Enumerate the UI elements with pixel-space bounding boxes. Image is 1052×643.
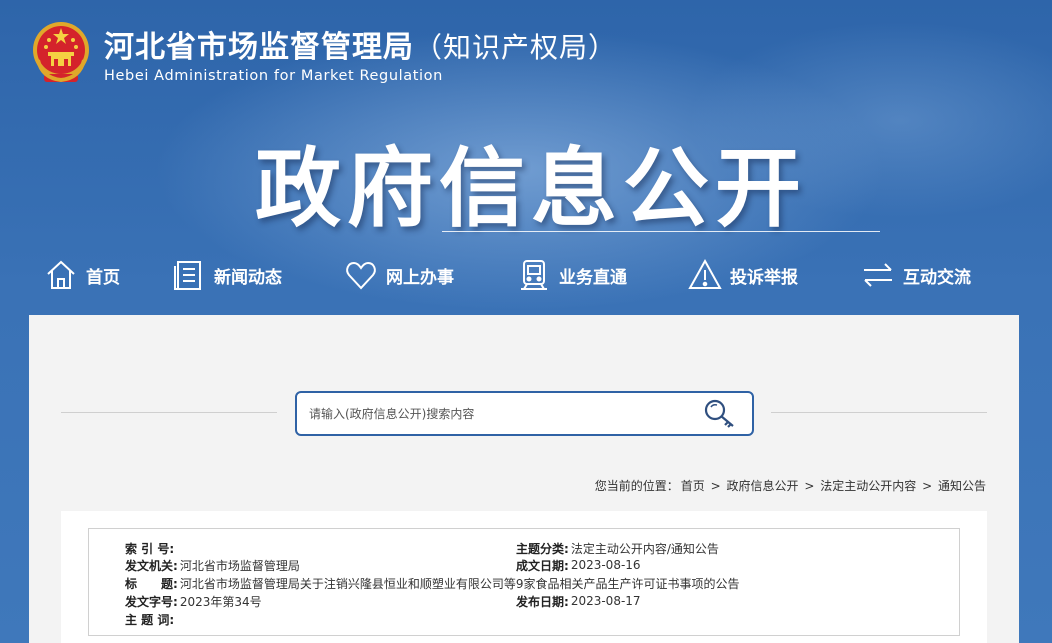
meta-pub-date-value: 2023-08-17: [570, 594, 641, 608]
home-icon: [47, 260, 75, 289]
page-title: 政府信息公开: [255, 139, 807, 239]
breadcrumb-legal-content[interactable]: 法定主动公开内容: [820, 479, 916, 493]
title-divider: [442, 231, 880, 232]
nav-item-online-service[interactable]: 网上办事: [344, 252, 454, 298]
news-icon: [174, 261, 201, 290]
meta-doc-no-value: 2023年第34号: [179, 594, 262, 609]
meta-keywords-label: 主 题 词:: [125, 612, 175, 627]
meta-keywords: 主 题 词:: [125, 610, 176, 628]
nav-item-business[interactable]: 业务直通: [517, 252, 627, 298]
nav-item-interaction[interactable]: 互动交流: [861, 252, 971, 298]
site-title-en: Hebei Administration for Market Regulati…: [104, 68, 443, 84]
site-title-main: 河北省市场监督管理局: [104, 30, 414, 65]
meta-date-made-value: 2023-08-16: [570, 558, 641, 572]
heart-icon: [346, 261, 376, 290]
site-title-sub: （知识产权局）: [414, 31, 618, 64]
breadcrumb-separator: >: [710, 479, 721, 493]
breadcrumb-separator: >: [922, 479, 933, 493]
meta-index-label: 索 引 号:: [125, 541, 175, 556]
breadcrumb-prefix: 您当前的位置：: [594, 479, 679, 493]
search-input[interactable]: [309, 403, 689, 425]
breadcrumb-notice[interactable]: 通知公告: [938, 479, 986, 493]
national-emblem-icon: [33, 22, 89, 83]
breadcrumb-separator: >: [804, 479, 815, 493]
nav-item-label: 新闻动态: [214, 267, 282, 288]
nav-item-home[interactable]: 首页: [44, 252, 120, 298]
search-divider-left: [61, 412, 277, 413]
document-meta-box: 索 引 号: 主题分类: 法定主动公开内容/通知公告 发文机关: 河北省市场监督…: [88, 528, 960, 636]
content-panel: 您当前的位置：首页 > 政府信息公开 > 法定主动公开内容 > 通知公告 索 引…: [29, 315, 1019, 643]
warning-icon: [688, 258, 722, 289]
meta-issuer-value: 河北省市场监督管理局: [179, 558, 300, 573]
document-info-area: 索 引 号: 主题分类: 法定主动公开内容/通知公告 发文机关: 河北省市场监督…: [61, 511, 987, 643]
nav-item-label: 网上办事: [386, 267, 454, 288]
nav-item-label: 互动交流: [903, 267, 971, 288]
meta-doc-no-label: 发文字号:: [125, 594, 178, 609]
search-box: [295, 391, 754, 436]
meta-date-made-label: 成文日期:: [516, 558, 569, 573]
nav-item-label: 投诉举报: [730, 267, 798, 288]
meta-index: 索 引 号:: [125, 539, 176, 557]
meta-pub-date: 发布日期: 2023-08-17: [516, 592, 641, 610]
nav-item-label: 首页: [86, 267, 120, 288]
meta-issuer-label: 发文机关:: [125, 558, 178, 573]
search-divider-right: [771, 412, 987, 413]
meta-topic-label: 主题分类:: [516, 541, 569, 556]
meta-title-value: 河北省市场监督管理局关于注销兴隆县恒业和顺塑业有限公司等9家食品相关产品生产许可…: [179, 576, 740, 591]
search-key-icon[interactable]: [702, 397, 738, 431]
meta-topic-value: 法定主动公开内容/通知公告: [570, 541, 719, 556]
meta-issuer: 发文机关: 河北省市场监督管理局: [125, 556, 300, 574]
main-nav: 首页 新闻动态 网上办事 业务直通 投诉举报 互动交流: [0, 252, 1052, 298]
train-icon: [521, 260, 547, 290]
meta-pub-date-label: 发布日期:: [516, 594, 569, 609]
meta-doc-no: 发文字号: 2023年第34号: [125, 592, 262, 610]
exchange-icon: [864, 263, 892, 287]
breadcrumb-home[interactable]: 首页: [681, 479, 705, 493]
site-title: 河北省市场监督管理局（知识产权局）: [104, 22, 617, 66]
nav-item-news[interactable]: 新闻动态: [172, 252, 282, 298]
breadcrumb-gov-info[interactable]: 政府信息公开: [727, 479, 799, 493]
nav-item-label: 业务直通: [559, 267, 627, 288]
nav-item-complaint[interactable]: 投诉举报: [688, 252, 798, 298]
meta-date-made: 成文日期: 2023-08-16: [516, 556, 641, 574]
meta-topic: 主题分类: 法定主动公开内容/通知公告: [516, 539, 719, 557]
breadcrumb: 您当前的位置： 首页 > 政府信息公开 > 法定主动公开内容 > 通知公告: [594, 477, 987, 494]
meta-title-label: 标 题:: [125, 576, 178, 591]
meta-title: 标 题: 河北省市场监督管理局关于注销兴隆县恒业和顺塑业有限公司等9家食品相关产…: [125, 574, 739, 592]
